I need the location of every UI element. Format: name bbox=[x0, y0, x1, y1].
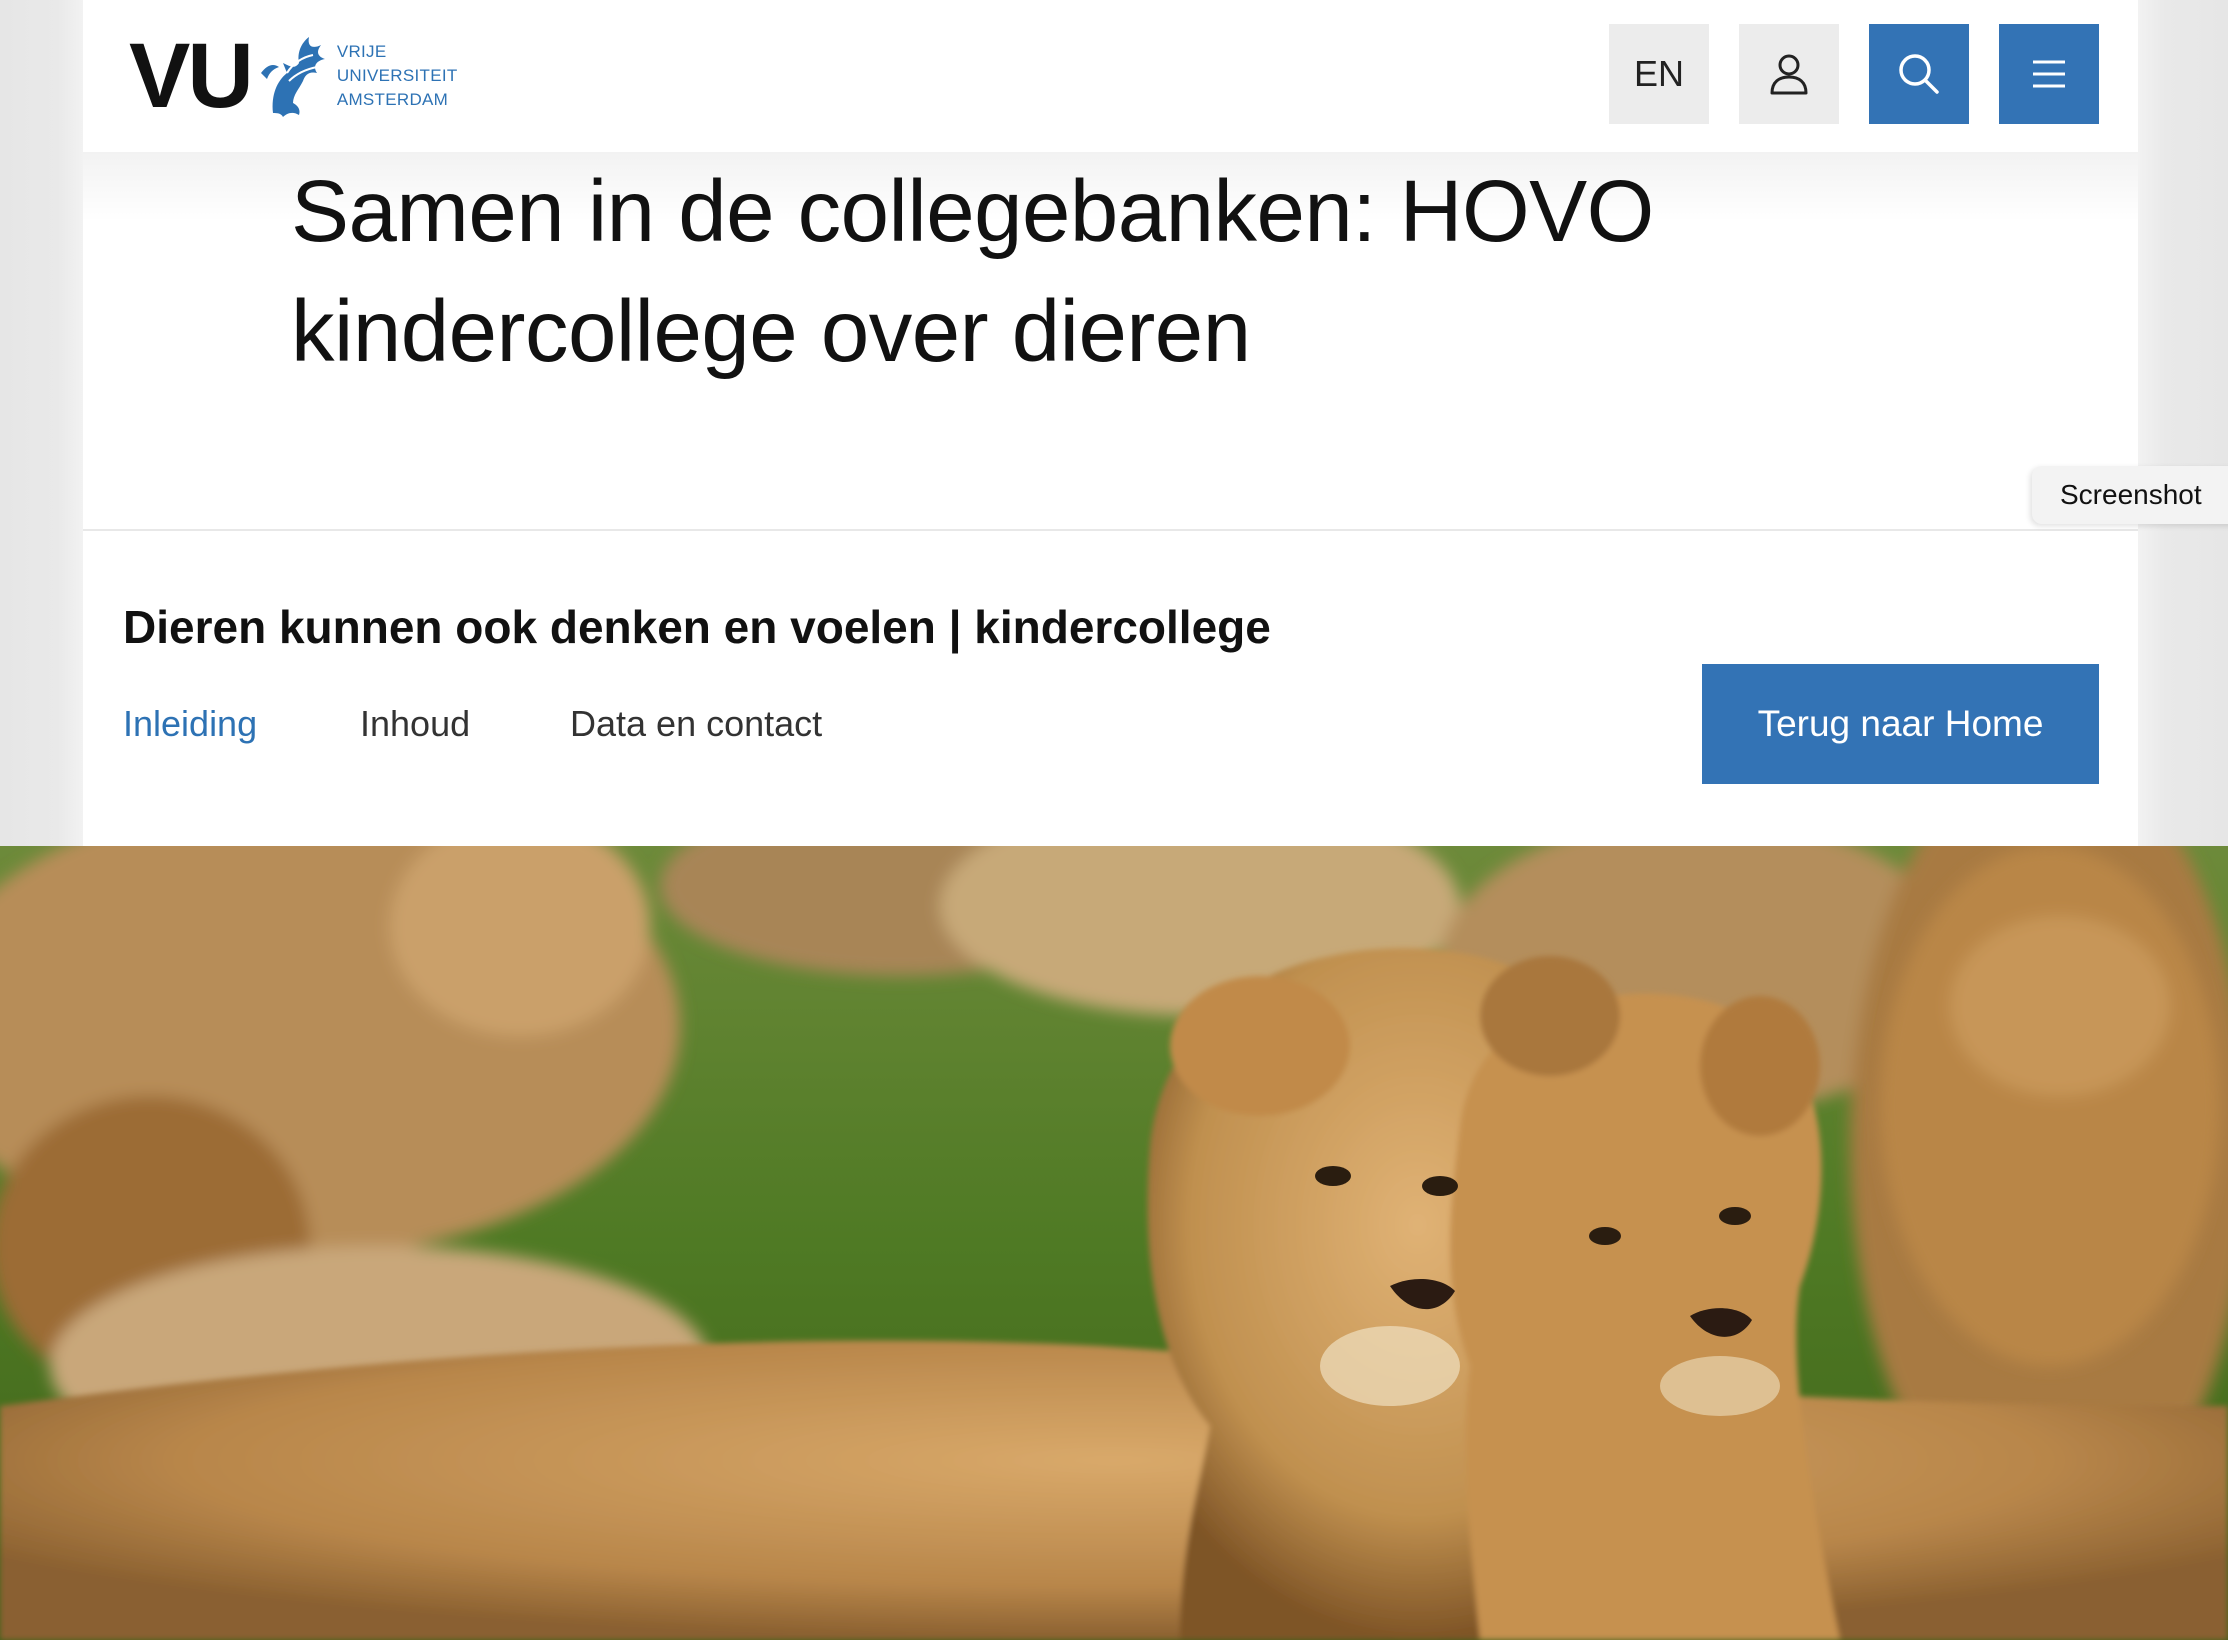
subnav-item-inhoud[interactable]: Inhoud bbox=[360, 694, 570, 754]
logo-line-1: VRIJE bbox=[336, 42, 387, 61]
subnav-item-inleiding[interactable]: Inleiding bbox=[123, 694, 360, 754]
menu-button[interactable] bbox=[1999, 24, 2099, 124]
page-side-left bbox=[0, 0, 83, 846]
language-button[interactable]: EN bbox=[1609, 24, 1709, 124]
lions-photo bbox=[0, 846, 2228, 1640]
screenshot-button[interactable]: Screenshot bbox=[2032, 466, 2228, 524]
account-button[interactable] bbox=[1739, 24, 1839, 124]
section-subtitle: Dieren kunnen ook denken en voelen | kin… bbox=[123, 601, 1271, 653]
search-icon bbox=[1899, 54, 1939, 94]
menu-icon bbox=[2033, 60, 2065, 88]
search-button[interactable] bbox=[1869, 24, 1969, 124]
hero-image-lions bbox=[0, 846, 2228, 1640]
section-divider bbox=[83, 529, 2138, 531]
vu-logo[interactable]: VU VRIJE UNIVERSITEIT AMSTERDAM bbox=[129, 28, 459, 124]
page-side-right bbox=[2138, 0, 2228, 846]
logo-mark: VU bbox=[129, 25, 254, 127]
logo-line-2: UNIVERSITEIT bbox=[336, 66, 458, 85]
griffin-icon bbox=[260, 37, 325, 117]
logo-wordmark: VRIJE UNIVERSITEIT AMSTERDAM bbox=[337, 40, 458, 112]
page-title: Samen in de collegebanken: HOVO kinderco… bbox=[291, 163, 1654, 380]
user-icon bbox=[1770, 54, 1808, 95]
page-subnav: Inleiding Inhoud Data en contact bbox=[123, 694, 822, 754]
content-panel: VU VRIJE UNIVERSITEIT AMSTERDAM EN Samen… bbox=[83, 0, 2138, 846]
subnav-item-data-en-contact[interactable]: Data en contact bbox=[570, 694, 822, 754]
back-home-button[interactable]: Terug naar Home bbox=[1702, 664, 2099, 784]
site-header: VU VRIJE UNIVERSITEIT AMSTERDAM EN bbox=[83, 0, 2138, 152]
logo-line-3: AMSTERDAM bbox=[336, 90, 449, 109]
